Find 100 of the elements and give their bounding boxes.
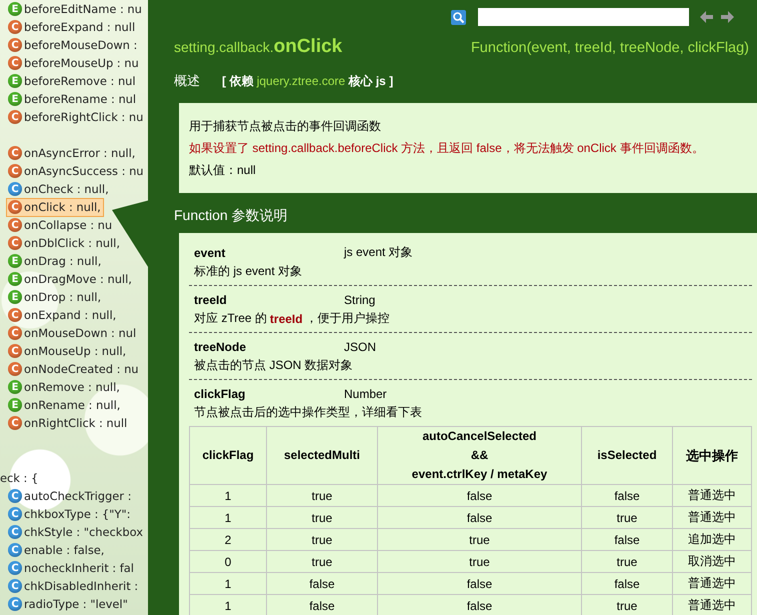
tree-node-label: eck : { [0,470,40,487]
type-badge-icon: C [8,416,22,430]
search-icon[interactable] [451,10,466,24]
type-badge-icon: C [8,362,22,376]
tree-item[interactable]: onRemove : null, [24,380,120,394]
table-cell: true [266,550,378,572]
type-badge-icon: C [8,326,22,340]
tree-item[interactable]: beforeRename : nul [24,92,136,106]
table-cell: false [378,484,582,506]
tree-item[interactable]: onCheck : null, [24,182,109,196]
table-cell: true [582,550,672,572]
param-name: treeNode [194,340,248,354]
tree-item[interactable]: beforeExpand : null [24,20,136,34]
tree-item[interactable]: beforeEditName : nu [24,2,142,16]
column-header: selectedMulti [266,426,378,484]
table-cell: 1 [190,484,266,506]
tree-item[interactable]: onRightClick : null [24,416,128,430]
param-description: 标准的 js event 对象 [194,263,304,280]
tree-item[interactable]: chkStyle : "checkbox [24,525,143,539]
type-badge-icon: C [8,543,22,557]
table-cell: 普通选中 [672,572,752,594]
table-cell: true [266,506,378,528]
type-badge-icon: C [8,110,22,124]
table-cell: 追加选中 [672,528,752,550]
table-cell: 普通选中 [672,506,752,528]
type-badge-icon: C [8,561,22,575]
table-cell: 取消选中 [672,550,752,572]
type-badge-icon: C [8,236,22,250]
type-badge-icon: E [8,92,22,106]
type-badge-icon: E [8,254,22,268]
param-description: 对应 zTree 的 treeId，便于用户操控 [194,310,391,328]
tree-item[interactable]: nocheckInherit : fal [24,561,134,575]
type-badge-icon: C [8,38,22,52]
type-badge-icon: C [8,489,22,503]
type-badge-icon: C [8,146,22,160]
type-badge-icon: C [8,344,22,358]
tree-item[interactable]: chkboxType : {"Y": [24,507,130,521]
tree-item[interactable]: onRename : null, [24,398,120,412]
tree-item[interactable]: onDrop : null, [24,290,102,304]
table-cell: true [266,484,378,506]
tree-item[interactable]: onDblClick : null, [24,236,120,250]
search-field[interactable] [478,8,689,26]
dependency-note: [ 依赖 jquery.ztree.core 核心 js ] [222,73,394,90]
param-description: 被点击的节点 JSON 数据对象 [194,357,354,374]
tree-item[interactable]: beforeMouseDown : [24,38,138,52]
param-name: clickFlag [194,386,246,400]
type-badge-icon: C [8,308,22,322]
table-cell: 2 [190,528,266,550]
params-heading: Function 参数说明 [173,206,289,225]
tree-item[interactable]: onDragMove : null, [24,272,132,286]
back-arrow-icon[interactable] [699,9,715,25]
tree-item[interactable]: C onClick : null, [6,198,104,216]
type-badge-icon: E [8,272,22,286]
warning-text: 如果设置了 setting.callback.beforeClick 方法，且返回 false，将无法触发 onClick 事件回调函数。 [189,140,705,157]
tree-item[interactable]: onAsyncError : null, [24,146,136,160]
type-badge-icon: C [8,579,22,593]
type-badge-icon: E [8,290,22,304]
description-text: 用于捕获节点被点击的事件回调函数 [189,118,382,135]
type-badge-icon: C [8,200,22,214]
param-name: treeId [194,292,228,306]
type-badge-icon: C [8,218,22,232]
type-badge-icon: E [8,380,22,394]
api-title: setting.callback.onClick [174,36,342,58]
param-type: js event 对象 [344,244,413,261]
table-cell: 1 [190,506,266,528]
tree-item[interactable]: beforeMouseUp : nu [24,56,139,70]
tree-item[interactable]: radioType : "level" [24,597,128,611]
table-cell: 1 [190,594,266,615]
tree-item[interactable]: beforeRemove : nul [24,74,136,88]
forward-arrow-icon[interactable] [719,9,735,25]
tree-item[interactable]: onDrag : null, [24,254,102,268]
table-cell: true [266,528,378,550]
tree-item[interactable]: chkDisabledInherit : [24,579,138,593]
type-badge-icon: C [8,182,22,196]
tree-item[interactable]: onExpand : null, [24,308,116,322]
overview-label: 概述 [174,72,200,90]
tree-item[interactable]: enable : false, [24,543,104,557]
tree-item[interactable]: beforeRightClick : nu [24,110,144,124]
type-badge-icon: E [8,398,22,412]
table-cell: false [378,506,582,528]
type-badge-icon: C [8,20,22,34]
tree-item[interactable]: autoCheckTrigger : [24,489,132,503]
type-badge-icon: E [8,74,22,88]
table-cell: 普通选中 [672,484,752,506]
param-name: event [194,246,226,260]
table-cell: true [378,528,582,550]
tree-item[interactable]: onMouseUp : null, [24,344,126,358]
table-cell: false [266,572,378,594]
tree-item[interactable]: onMouseDown : nul [24,326,136,340]
description-text: 默认值：null [189,162,257,179]
column-header: isSelected [582,426,672,484]
type-badge-icon: C [8,56,22,70]
table-cell: false [582,572,672,594]
tree-item[interactable]: onAsyncSuccess : nu [24,164,144,178]
tree-item[interactable]: onNodeCreated : nu [24,362,139,376]
table-cell: false [582,484,672,506]
table-cell: true [378,550,582,572]
column-header: clickFlag [190,426,266,484]
function-signature: Function(event, treeId, treeNode, clickFlag) [470,40,749,56]
tree-item[interactable]: onCollapse : nu [24,218,112,232]
